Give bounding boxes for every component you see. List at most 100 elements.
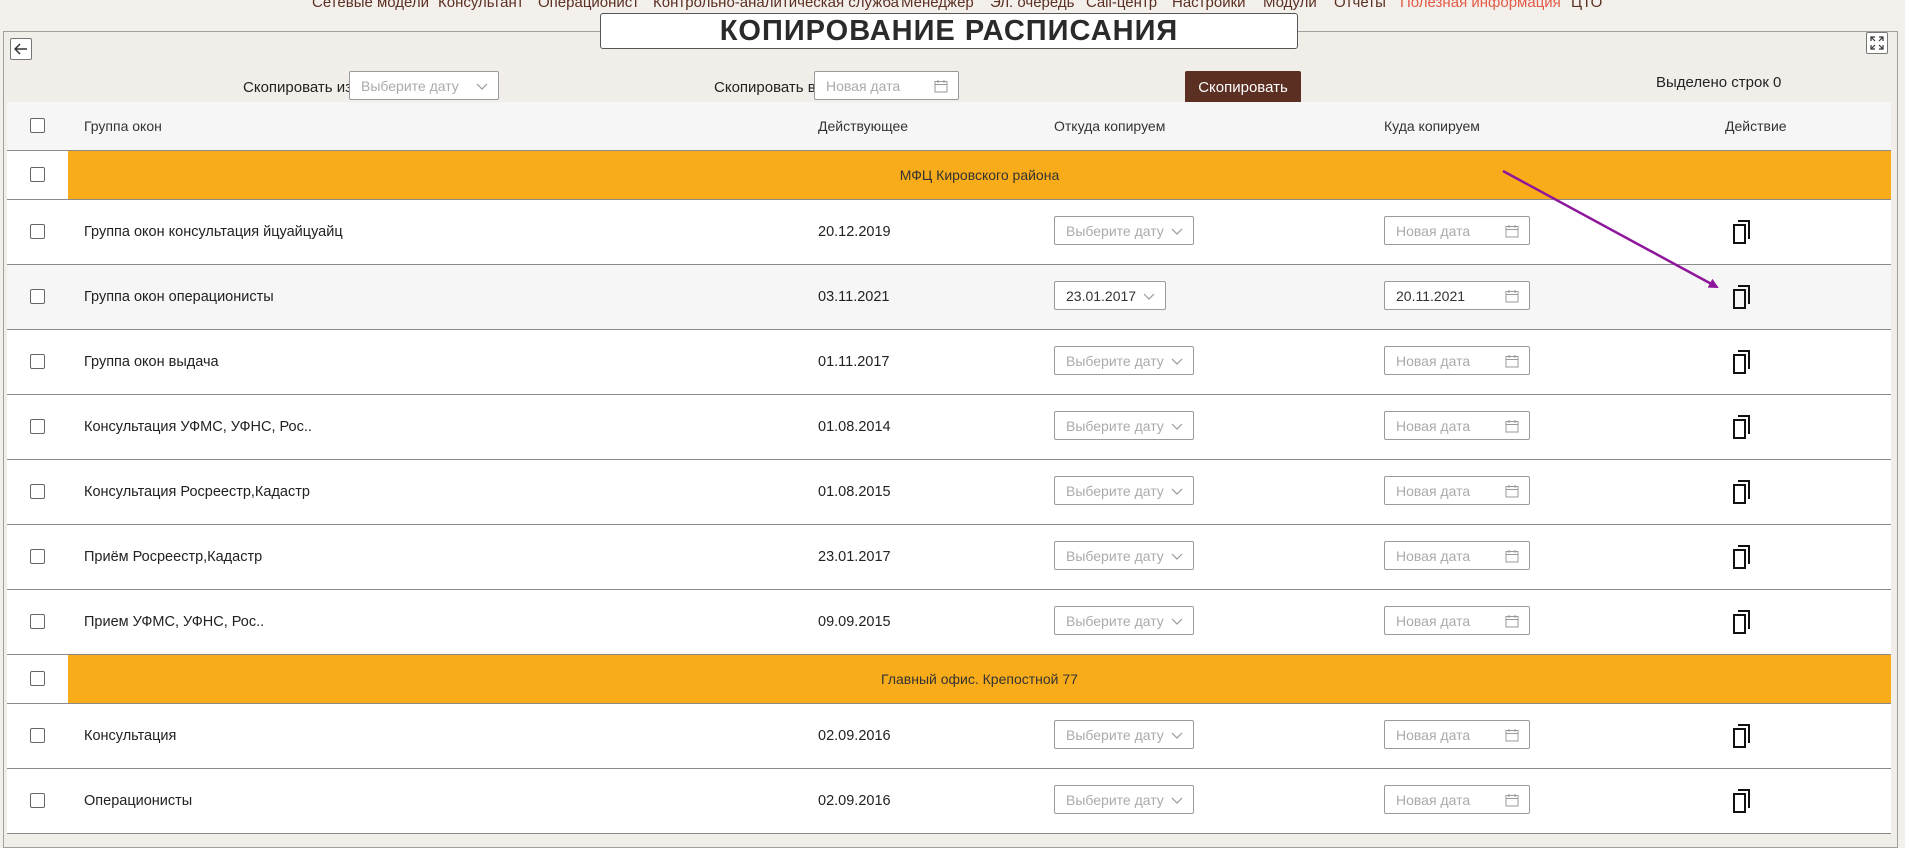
to-date-value: Новая дата	[1396, 352, 1471, 369]
row-checkbox[interactable]	[30, 484, 45, 499]
from-date-select[interactable]: Выберите дату	[1054, 216, 1194, 245]
copy-icon[interactable]	[1730, 723, 1752, 749]
group-name: Консультация УФМС, УФНС, Рос..	[84, 419, 312, 435]
from-date-select[interactable]: Выберите дату	[1054, 476, 1194, 505]
row-checkbox[interactable]	[30, 793, 45, 808]
chevron-down-icon	[1171, 488, 1183, 495]
current-date: 09.09.2015	[818, 614, 891, 630]
table-body: МФЦ Кировского района Группа окон консуль…	[7, 151, 1891, 834]
chevron-down-icon	[476, 83, 488, 90]
table-row: Прием УФМС, УФНС, Рос.. 09.09.2015 Выберит…	[7, 590, 1891, 655]
to-date-value: Новая дата	[1396, 791, 1471, 808]
from-date-value: Выберите дату	[1066, 352, 1164, 369]
nav-item[interactable]: Консультант	[438, 0, 524, 11]
current-date: 02.09.2016	[818, 728, 891, 744]
from-date-select[interactable]: 23.01.2017	[1054, 281, 1166, 310]
group-name: Группа окон выдача	[84, 354, 219, 370]
fullscreen-button[interactable]	[1866, 32, 1888, 54]
copy-to-placeholder: Новая дата	[826, 77, 901, 94]
group-name: Прием УФМС, УФНС, Рос..	[84, 614, 265, 630]
copy-icon[interactable]	[1730, 349, 1752, 375]
from-date-value: Выберите дату	[1066, 791, 1164, 808]
from-date-value: Выберите дату	[1066, 726, 1164, 743]
from-date-value: Выберите дату	[1066, 222, 1164, 239]
from-date-value: Выберите дату	[1066, 547, 1164, 564]
copy-from-select[interactable]: Выберите дату	[349, 71, 499, 100]
nav-item[interactable]: Контрольно-аналитическая служба	[653, 0, 899, 11]
copy-icon[interactable]	[1730, 414, 1752, 440]
row-checkbox[interactable]	[30, 549, 45, 564]
to-date-picker[interactable]: Новая дата	[1384, 606, 1530, 635]
table-row: Группа окон операционисты 03.11.2021 23.01…	[7, 265, 1891, 330]
from-date-select[interactable]: Выберите дату	[1054, 785, 1194, 814]
copy-icon[interactable]	[1730, 609, 1752, 635]
nav-item[interactable]: Операционист	[538, 0, 639, 11]
current-date: 03.11.2021	[818, 289, 890, 305]
to-date-value: Новая дата	[1396, 726, 1471, 743]
calendar-icon	[1505, 549, 1519, 562]
copy-icon[interactable]	[1730, 284, 1752, 310]
group-name: Группа окон консультация йцуайцуайц	[84, 224, 343, 240]
from-date-value: 23.01.2017	[1066, 287, 1137, 304]
copy-to-label: Скопировать в	[714, 79, 816, 96]
to-date-picker[interactable]: Новая дата	[1384, 476, 1530, 505]
copy-to-datepicker[interactable]: Новая дата	[814, 71, 959, 100]
table-row: Консультация Росреестр,Кадастр 01.08.2015…	[7, 460, 1891, 525]
from-date-select[interactable]: Выберите дату	[1054, 346, 1194, 375]
row-checkbox[interactable]	[30, 419, 45, 434]
group-row: МФЦ Кировского района	[7, 151, 1891, 200]
to-date-value: Новая дата	[1396, 417, 1471, 434]
table-row: Консультация УФМС, УФНС, Рос.. 01.08.2014…	[7, 395, 1891, 460]
nav-item[interactable]: Отчеты	[1334, 0, 1386, 11]
copy-icon[interactable]	[1730, 544, 1752, 570]
to-date-value: Новая дата	[1396, 482, 1471, 499]
calendar-icon	[1505, 224, 1519, 237]
calendar-icon	[1505, 484, 1519, 497]
group-checkbox[interactable]	[30, 167, 45, 182]
to-date-picker[interactable]: Новая дата	[1384, 346, 1530, 375]
group-title: МФЦ Кировского района	[68, 151, 1891, 199]
row-checkbox[interactable]	[30, 614, 45, 629]
from-date-select[interactable]: Выберите дату	[1054, 606, 1194, 635]
calendar-icon	[1505, 793, 1519, 806]
row-checkbox[interactable]	[30, 289, 45, 304]
nav-item[interactable]: ЦТО	[1571, 0, 1602, 11]
row-checkbox[interactable]	[30, 224, 45, 239]
header-to: Куда копируем	[1384, 118, 1480, 134]
nav-item[interactable]: Менеджер	[901, 0, 974, 11]
calendar-icon	[934, 79, 948, 92]
expand-icon	[1870, 36, 1884, 50]
copy-icon[interactable]	[1730, 479, 1752, 505]
group-checkbox[interactable]	[30, 671, 45, 686]
nav-item[interactable]: Настройки	[1172, 0, 1246, 11]
from-date-select[interactable]: Выберите дату	[1054, 720, 1194, 749]
copy-icon[interactable]	[1730, 219, 1752, 245]
back-button[interactable]	[10, 38, 32, 60]
to-date-picker[interactable]: Новая дата	[1384, 216, 1530, 245]
current-date: 23.01.2017	[818, 549, 891, 565]
nav-item[interactable]: Модули	[1263, 0, 1317, 11]
from-date-select[interactable]: Выберите дату	[1054, 541, 1194, 570]
select-all-checkbox[interactable]	[30, 118, 45, 133]
from-date-select[interactable]: Выберите дату	[1054, 411, 1194, 440]
row-checkbox[interactable]	[30, 728, 45, 743]
current-date: 20.12.2019	[818, 224, 891, 240]
nav-item[interactable]: Call-центр	[1086, 0, 1157, 11]
chevron-down-icon	[1171, 618, 1183, 625]
to-date-picker[interactable]: Новая дата	[1384, 411, 1530, 440]
group-row: Главный офис. Крепостной 77	[7, 655, 1891, 704]
nav-item[interactable]: Полезная информация	[1400, 0, 1561, 11]
row-checkbox[interactable]	[30, 354, 45, 369]
to-date-picker[interactable]: Новая дата	[1384, 541, 1530, 570]
to-date-picker[interactable]: 20.11.2021	[1384, 281, 1530, 310]
to-date-picker[interactable]: Новая дата	[1384, 785, 1530, 814]
group-name: Консультация	[84, 728, 177, 744]
selected-rows-count: Выделено строк 0	[1656, 74, 1782, 91]
calendar-icon	[1505, 728, 1519, 741]
copy-button[interactable]: Скопировать	[1185, 71, 1301, 103]
copy-icon[interactable]	[1730, 788, 1752, 814]
nav-item[interactable]: Эл. очередь	[990, 0, 1074, 11]
group-name: Операционисты	[84, 793, 193, 809]
nav-item[interactable]: Сетевые модели	[312, 0, 429, 11]
to-date-picker[interactable]: Новая дата	[1384, 720, 1530, 749]
